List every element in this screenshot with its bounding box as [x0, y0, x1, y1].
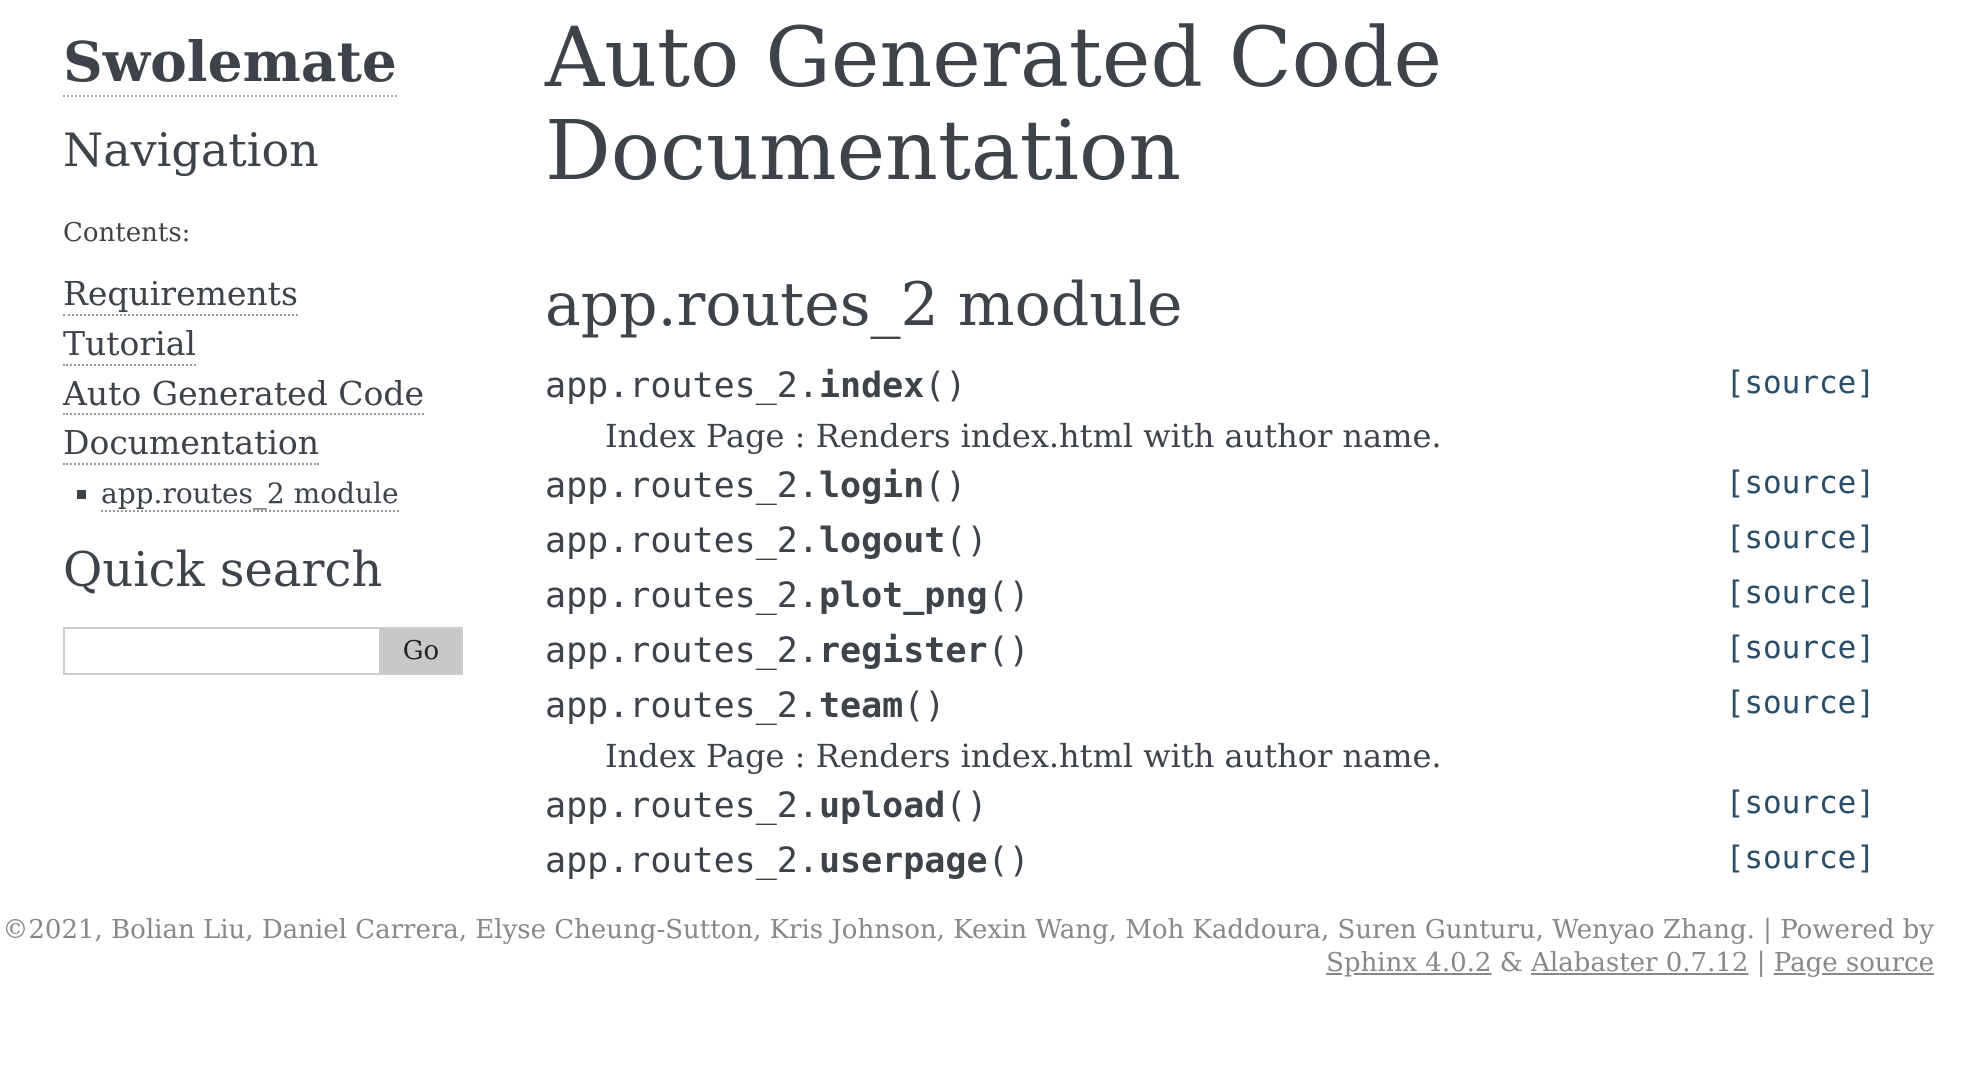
- function-signature: app.routes_2.userpage(): [545, 834, 1875, 889]
- function-signature: app.routes_2.logout(): [545, 514, 1875, 569]
- function-args: (): [903, 685, 946, 726]
- page-title-line1: Auto Generated Code: [545, 11, 1443, 106]
- source-link[interactable]: [source]: [1726, 624, 1875, 672]
- function-name: login: [818, 465, 925, 506]
- page-title: Auto Generated Code Documentation: [545, 12, 1875, 199]
- function-prefix: app.routes_2.: [545, 575, 819, 616]
- function-description: Index Page : Renders index.html with aut…: [605, 416, 1442, 455]
- function-name: index: [818, 365, 925, 406]
- function-signature: app.routes_2.upload(): [545, 779, 1875, 834]
- function-signature: app.routes_2.login(): [545, 459, 1875, 514]
- alabaster-link[interactable]: Alabaster 0.7.12: [1531, 948, 1748, 978]
- function-entry: app.routes_2.register() [source]: [545, 624, 1875, 679]
- function-signature: app.routes_2.team(): [545, 679, 1875, 734]
- toc-link-auto-generated-code[interactable]: Auto Generated Code: [63, 374, 425, 416]
- source-link[interactable]: [source]: [1726, 514, 1875, 562]
- toc-link-tutorial[interactable]: Tutorial: [63, 324, 196, 366]
- site-logo-link[interactable]: Swolemate: [63, 30, 397, 98]
- function-args: (): [924, 365, 967, 406]
- function-signature: app.routes_2.register(): [545, 624, 1875, 679]
- function-entry: app.routes_2.login() [source]: [545, 459, 1875, 514]
- search-form: Go: [63, 627, 483, 676]
- function-args: (): [945, 520, 988, 561]
- main-content: Auto Generated Code Documentation app.ro…: [545, 12, 1875, 889]
- footer: ©2021, Bolian Liu, Daniel Carrera, Elyse…: [2, 914, 1934, 980]
- page-title-line2: Documentation: [545, 104, 1182, 200]
- function-name: logout: [818, 520, 946, 561]
- source-link[interactable]: [source]: [1726, 459, 1875, 507]
- function-prefix: app.routes_2.: [545, 465, 819, 506]
- toc-link-documentation[interactable]: Documentation: [63, 423, 320, 465]
- function-prefix: app.routes_2.: [545, 520, 819, 561]
- function-list: app.routes_2.index() [source] Index Page…: [545, 359, 1875, 889]
- footer-separator: |: [1763, 915, 1772, 945]
- powered-by-text: Powered by: [1780, 915, 1934, 945]
- source-link[interactable]: [source]: [1726, 569, 1875, 617]
- contents-caption: Contents:: [63, 218, 191, 249]
- function-name: plot_png: [818, 575, 988, 616]
- function-args: (): [987, 575, 1030, 616]
- function-args: (): [987, 840, 1030, 881]
- go-button[interactable]: Go: [381, 627, 463, 676]
- source-link[interactable]: [source]: [1726, 779, 1875, 827]
- toc-link-app-routes-2-module[interactable]: app.routes_2 module: [101, 476, 399, 512]
- ampersand: &: [1499, 948, 1523, 978]
- function-prefix: app.routes_2.: [545, 630, 819, 671]
- function-prefix: app.routes_2.: [545, 685, 819, 726]
- search-input[interactable]: [63, 627, 381, 676]
- module-title: app.routes_2 module: [545, 269, 1183, 340]
- function-signature: app.routes_2.index(): [545, 359, 1875, 414]
- function-entry: app.routes_2.logout() [source]: [545, 514, 1875, 569]
- function-name: register: [818, 630, 988, 671]
- toc-sub-item: app.routes_2 module: [101, 476, 483, 512]
- function-description: Index Page : Renders index.html with aut…: [605, 736, 1442, 775]
- function-prefix: app.routes_2.: [545, 840, 819, 881]
- function-prefix: app.routes_2.: [545, 785, 819, 826]
- function-entry: app.routes_2.userpage() [source]: [545, 834, 1875, 889]
- function-name: upload: [818, 785, 946, 826]
- function-entry: app.routes_2.upload() [source]: [545, 779, 1875, 834]
- navigation-heading: Navigation: [63, 123, 319, 178]
- footer-line2: Sphinx 4.0.2 & Alabaster 0.7.12 | Page s…: [2, 947, 1934, 980]
- source-link[interactable]: [source]: [1726, 679, 1875, 727]
- source-link[interactable]: [source]: [1726, 834, 1875, 882]
- footer-line1: ©2021, Bolian Liu, Daniel Carrera, Elyse…: [2, 914, 1934, 947]
- footer-separator: |: [1756, 948, 1766, 978]
- function-entry: app.routes_2.index() [source] Index Page…: [545, 359, 1875, 459]
- page-source-link[interactable]: Page source: [1774, 948, 1934, 978]
- function-name: team: [818, 685, 904, 726]
- toc-link-requirements[interactable]: Requirements: [63, 274, 298, 317]
- toc-sublist: app.routes_2 module: [63, 476, 483, 512]
- function-entry: app.routes_2.plot_png() [source]: [545, 569, 1875, 624]
- copyright-text: ©2021, Bolian Liu, Daniel Carrera, Elyse…: [2, 915, 1755, 945]
- function-entry: app.routes_2.team() [source] Index Page …: [545, 679, 1875, 779]
- source-link[interactable]: [source]: [1726, 359, 1875, 407]
- function-name: userpage: [818, 840, 988, 881]
- function-prefix: app.routes_2.: [545, 365, 819, 406]
- function-signature: app.routes_2.plot_png(): [545, 569, 1875, 624]
- quick-search-heading: Quick search: [63, 541, 383, 598]
- sidebar: Swolemate Navigation Contents: Requireme…: [63, 30, 483, 676]
- function-args: (): [987, 630, 1030, 671]
- function-args: (): [945, 785, 988, 826]
- sphinx-link[interactable]: Sphinx 4.0.2: [1326, 948, 1491, 978]
- function-args: (): [924, 465, 967, 506]
- toc: Requirements Tutorial Auto Generated Cod…: [63, 274, 483, 512]
